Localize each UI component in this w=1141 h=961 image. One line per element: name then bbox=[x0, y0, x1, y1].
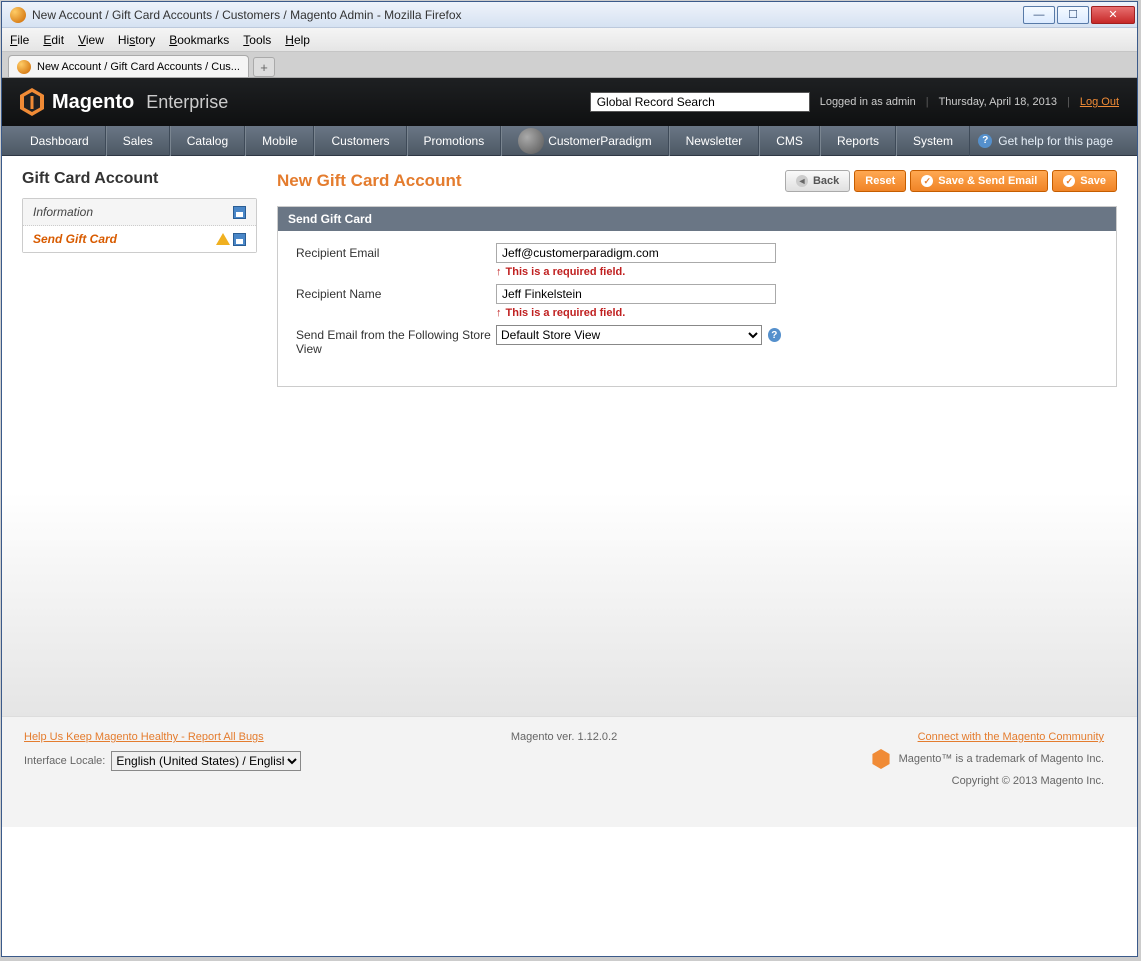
nav-newsletter[interactable]: Newsletter bbox=[669, 126, 760, 156]
reset-button[interactable]: Reset bbox=[854, 170, 906, 192]
brand-text: Magento bbox=[52, 91, 134, 114]
menu-edit[interactable]: Edit bbox=[43, 33, 64, 47]
label-recipient-email: Recipient Email bbox=[296, 243, 496, 260]
nav-cms[interactable]: CMS bbox=[759, 126, 820, 156]
main-panel: New Gift Card Account ◄Back Reset ✓Save … bbox=[277, 170, 1117, 702]
magento-logo: Magento Enterprise bbox=[20, 88, 228, 116]
save-send-button[interactable]: ✓Save & Send Email bbox=[910, 170, 1048, 192]
nav-mobile[interactable]: Mobile bbox=[245, 126, 314, 156]
logged-in-text: Logged in as admin bbox=[820, 96, 916, 108]
sidebar: Gift Card Account Information Send Gift … bbox=[22, 170, 257, 702]
locale-label: Interface Locale: bbox=[24, 755, 105, 767]
new-tab-button[interactable]: + bbox=[253, 57, 275, 77]
save-icon bbox=[233, 233, 246, 246]
warning-icon bbox=[216, 233, 230, 245]
sidebar-tab-information[interactable]: Information bbox=[23, 199, 256, 226]
magento-header: Magento Enterprise Logged in as admin | … bbox=[2, 78, 1137, 126]
nav-promotions[interactable]: Promotions bbox=[407, 126, 502, 156]
magento-footer-icon bbox=[872, 749, 890, 769]
check-icon: ✓ bbox=[921, 175, 933, 187]
section-send-gift-card: Send Gift Card Recipient Email This is a… bbox=[277, 206, 1117, 387]
help-icon: ? bbox=[978, 134, 992, 148]
version-text: Magento ver. 1.12.0.2 bbox=[511, 731, 617, 743]
logout-link[interactable]: Log Out bbox=[1080, 96, 1119, 108]
menu-file[interactable]: File bbox=[10, 33, 29, 47]
label-store-view: Send Email from the Following Store View bbox=[296, 325, 496, 356]
maximize-button[interactable]: ☐ bbox=[1057, 6, 1089, 24]
save-icon bbox=[233, 206, 246, 219]
date-text: Thursday, April 18, 2013 bbox=[939, 96, 1057, 108]
sidebar-tab-label: Send Gift Card bbox=[33, 232, 117, 246]
window-title: New Account / Gift Card Accounts / Custo… bbox=[32, 8, 1023, 22]
minimize-button[interactable]: — bbox=[1023, 6, 1055, 24]
nav-system[interactable]: System bbox=[896, 126, 970, 156]
tab-favicon bbox=[17, 60, 31, 74]
window-titlebar: New Account / Gift Card Accounts / Custo… bbox=[2, 2, 1137, 28]
sidebar-tab-label: Information bbox=[33, 205, 93, 219]
nav-sales[interactable]: Sales bbox=[106, 126, 170, 156]
global-search-input[interactable] bbox=[590, 92, 810, 112]
menu-view[interactable]: View bbox=[78, 33, 104, 47]
nav-customerparadigm[interactable]: CustomerParadigm bbox=[501, 126, 668, 156]
edition-text: Enterprise bbox=[146, 92, 228, 113]
back-arrow-icon: ◄ bbox=[796, 175, 808, 187]
hint-icon[interactable]: ? bbox=[768, 328, 781, 342]
firefox-icon bbox=[10, 7, 26, 23]
cp-logo-icon bbox=[518, 128, 544, 154]
recipient-name-input[interactable] bbox=[496, 284, 776, 304]
store-view-select[interactable]: Default Store View bbox=[496, 325, 762, 345]
menu-help[interactable]: Help bbox=[285, 33, 310, 47]
validation-error: This is a required field. bbox=[496, 307, 781, 319]
menu-bookmarks[interactable]: Bookmarks bbox=[169, 33, 229, 47]
copyright-text: Copyright © 2013 Magento Inc. bbox=[744, 775, 1104, 787]
magento-nav: Dashboard Sales Catalog Mobile Customers… bbox=[2, 126, 1137, 156]
nav-catalog[interactable]: Catalog bbox=[170, 126, 245, 156]
sidebar-tab-send-gift-card[interactable]: Send Gift Card bbox=[23, 226, 256, 252]
magento-footer: Help Us Keep Magento Healthy - Report Al… bbox=[2, 716, 1137, 827]
label-recipient-name: Recipient Name bbox=[296, 284, 496, 301]
magento-logo-icon bbox=[20, 88, 44, 116]
browser-menubar: File Edit View History Bookmarks Tools H… bbox=[2, 28, 1137, 52]
trademark-text: Magento™ is a trademark of Magento Inc. bbox=[899, 753, 1104, 765]
section-header: Send Gift Card bbox=[278, 207, 1116, 231]
browser-tab[interactable]: New Account / Gift Card Accounts / Cus..… bbox=[8, 55, 249, 77]
page-title: New Gift Card Account bbox=[277, 171, 462, 191]
check-icon: ✓ bbox=[1063, 175, 1075, 187]
community-link[interactable]: Connect with the Magento Community bbox=[918, 731, 1104, 743]
recipient-email-input[interactable] bbox=[496, 243, 776, 263]
validation-error: This is a required field. bbox=[496, 266, 781, 278]
menu-history[interactable]: History bbox=[118, 33, 155, 47]
menu-tools[interactable]: Tools bbox=[243, 33, 271, 47]
browser-tabbar: New Account / Gift Card Accounts / Cus..… bbox=[2, 52, 1137, 78]
locale-select[interactable]: English (United States) / English bbox=[111, 751, 301, 771]
nav-reports[interactable]: Reports bbox=[820, 126, 896, 156]
back-button[interactable]: ◄Back bbox=[785, 170, 850, 192]
report-bugs-link[interactable]: Help Us Keep Magento Healthy - Report Al… bbox=[24, 731, 264, 743]
nav-dashboard[interactable]: Dashboard bbox=[14, 126, 106, 156]
sidebar-title: Gift Card Account bbox=[22, 170, 257, 188]
nav-help-link[interactable]: ? Get help for this page bbox=[978, 134, 1125, 148]
save-button[interactable]: ✓Save bbox=[1052, 170, 1117, 192]
tab-title: New Account / Gift Card Accounts / Cus..… bbox=[37, 61, 240, 73]
close-button[interactable]: ✕ bbox=[1091, 6, 1135, 24]
nav-customers[interactable]: Customers bbox=[314, 126, 406, 156]
